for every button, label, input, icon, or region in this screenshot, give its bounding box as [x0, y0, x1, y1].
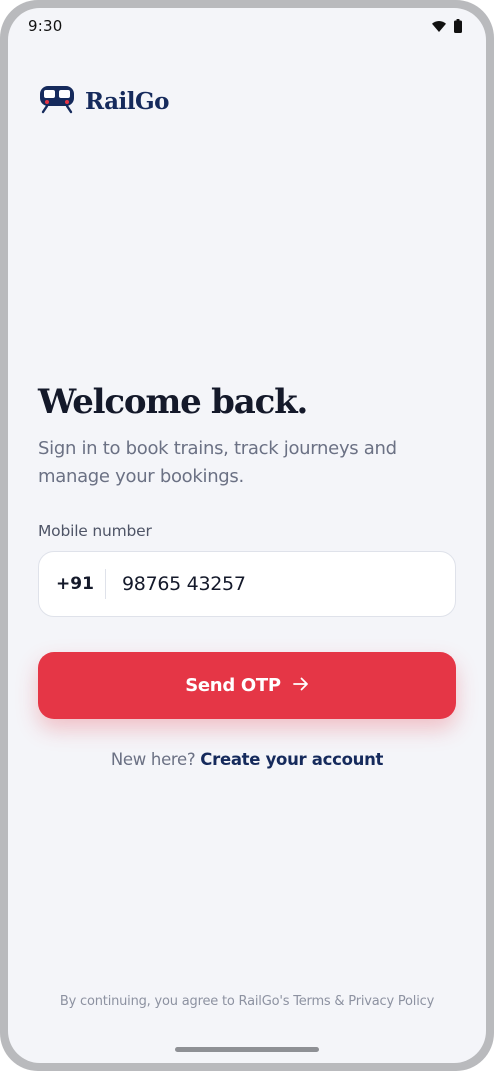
page-subtitle: Sign in to book trains, track journeys a… [38, 438, 397, 487]
create-account-link[interactable]: Create your account [200, 750, 383, 769]
signup-prompt: New here? [110, 750, 201, 769]
brand-logo: RailGo [38, 84, 170, 118]
battery-icon [454, 19, 462, 33]
train-icon [38, 84, 76, 118]
app-screen: 9:30 RailGo Welcome back. Sign in to boo… [8, 8, 486, 1063]
signup-row: New here? Create your account [8, 750, 486, 769]
send-otp-button[interactable]: Send OTP [38, 652, 456, 719]
mobile-number-label: Mobile number [38, 522, 152, 540]
arrow-right-icon [292, 675, 309, 696]
home-indicator[interactable] [175, 1047, 319, 1052]
brand-name: RailGo [85, 87, 170, 115]
country-code[interactable]: +91 [39, 574, 105, 594]
send-otp-label: Send OTP [185, 675, 281, 696]
legal-notice: By continuing, you agree to RailGo's Ter… [59, 994, 435, 1009]
status-time: 9:30 [28, 17, 63, 35]
device-frame: 9:30 RailGo Welcome back. Sign in to boo… [0, 0, 494, 1071]
page-title: Welcome back. [38, 382, 308, 422]
wifi-icon [432, 20, 446, 32]
mobile-number-input[interactable] [106, 572, 455, 596]
status-icons [432, 19, 462, 33]
mobile-number-field: +91 [38, 551, 456, 617]
